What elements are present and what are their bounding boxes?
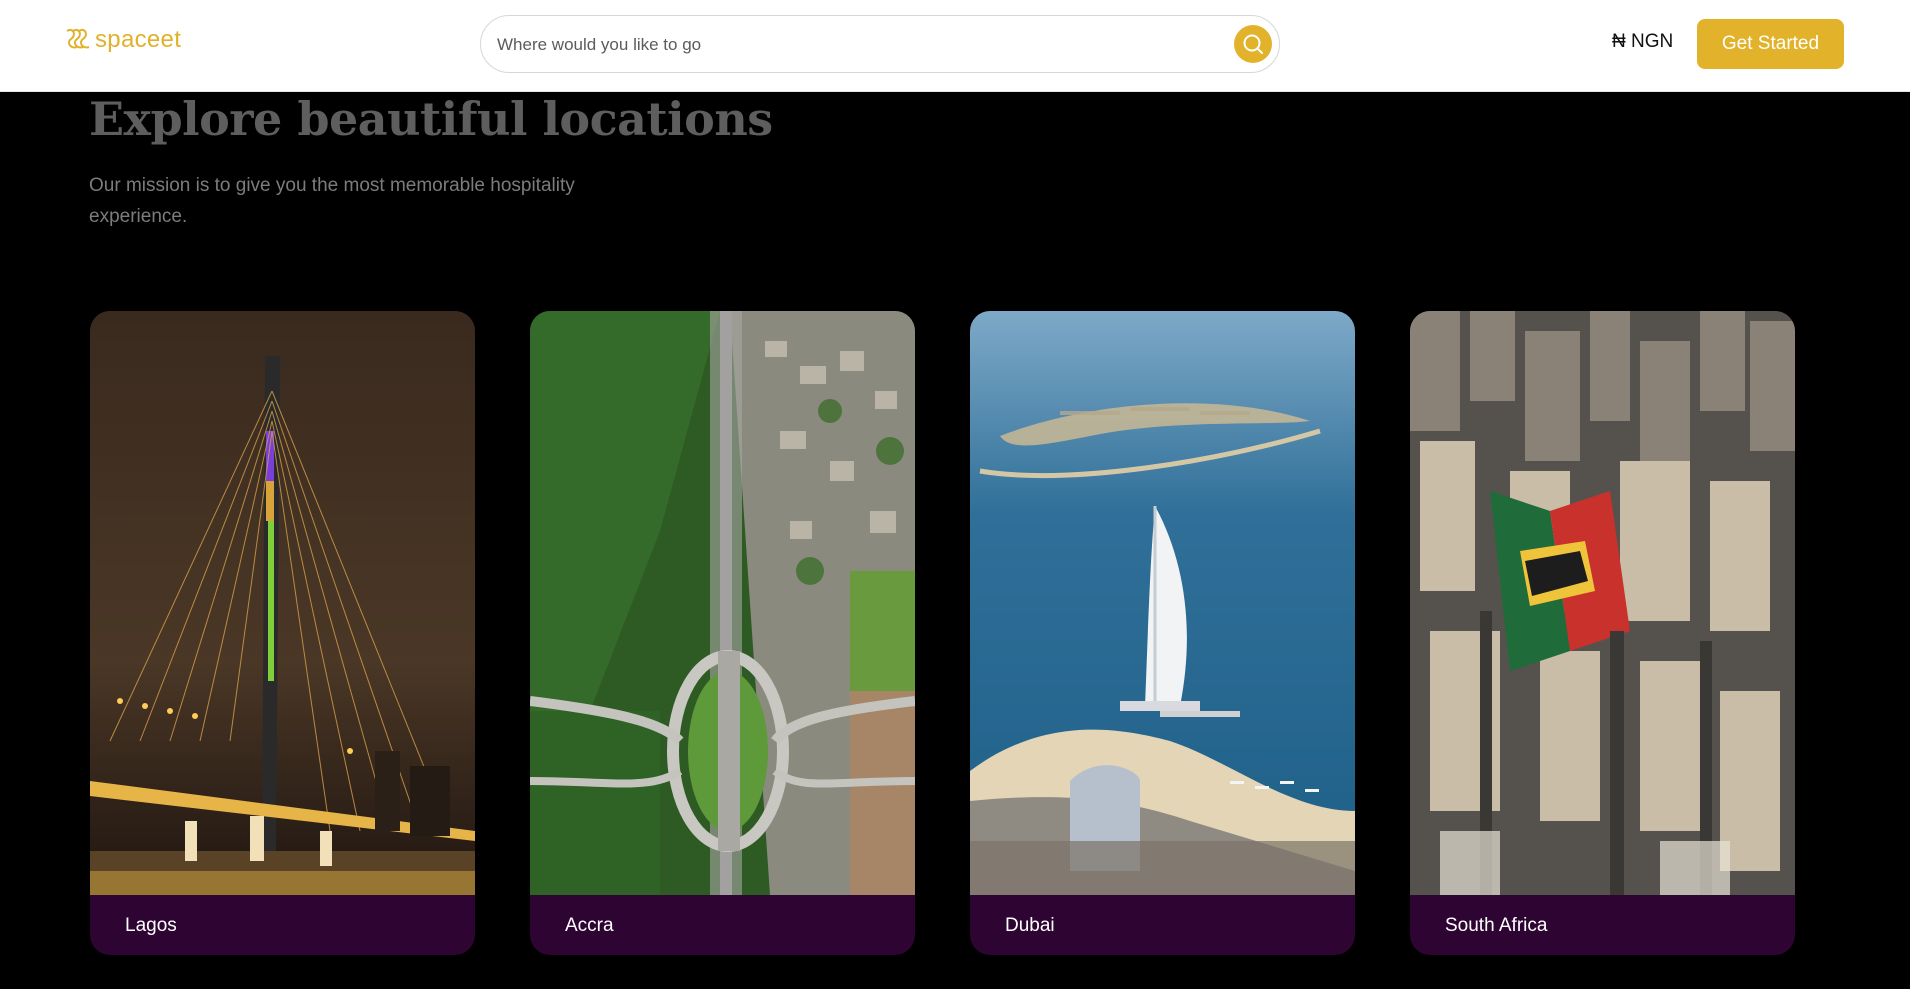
location-label: South Africa	[1445, 915, 1548, 936]
location-card-south-africa[interactable]: South Africa	[1410, 311, 1795, 955]
south-africa-image	[1410, 311, 1795, 895]
top-navigation-bar: spaceet ₦ NGN Get Started	[0, 0, 1910, 92]
search-input[interactable]	[495, 16, 1199, 74]
search-icon	[1243, 34, 1263, 54]
location-card-lagos[interactable]: Lagos	[90, 311, 475, 955]
search-button[interactable]	[1234, 25, 1272, 63]
lagos-image	[90, 311, 475, 895]
location-label: Lagos	[125, 915, 177, 936]
currency-selector[interactable]: ₦ NGN	[1612, 31, 1673, 53]
page-title: Explore beautiful locations	[89, 92, 773, 146]
brand-name: spaceet	[95, 26, 182, 53]
location-card-accra[interactable]: Accra	[530, 311, 915, 955]
page-subtitle: Our mission is to give you the most memo…	[89, 175, 575, 227]
dubai-image	[970, 311, 1355, 895]
location-label: Accra	[565, 915, 614, 936]
brand-logo[interactable]: spaceet	[63, 26, 181, 54]
location-label: Dubai	[1005, 915, 1055, 936]
accra-image	[530, 311, 915, 895]
logo-icon	[66, 29, 90, 49]
get-started-button[interactable]: Get Started	[1697, 19, 1844, 69]
location-card-dubai[interactable]: Dubai	[970, 311, 1355, 955]
search-bar	[480, 15, 1280, 74]
